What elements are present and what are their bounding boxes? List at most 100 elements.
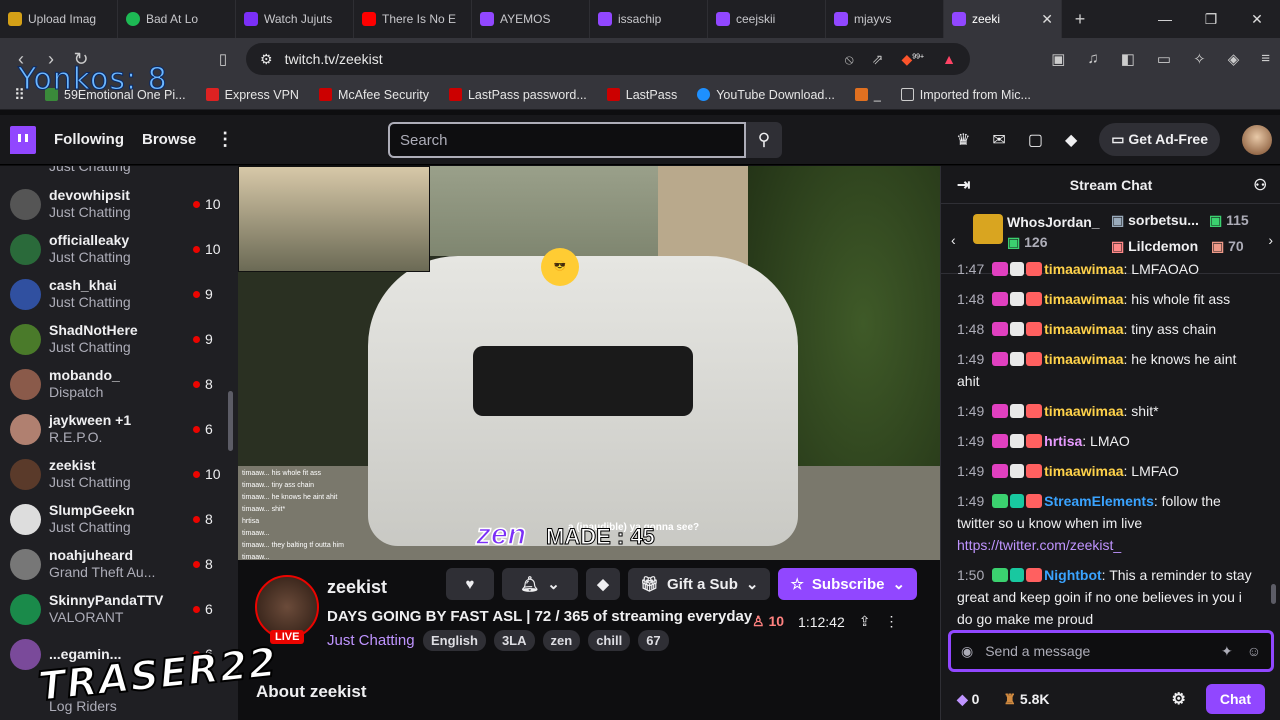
stream-tag[interactable]: zen xyxy=(542,630,581,651)
stream-tag[interactable]: chill xyxy=(588,630,631,651)
chat-input[interactable]: ◉ Send a message ✦ ☺ xyxy=(948,630,1274,672)
search-button[interactable]: ⚲ xyxy=(746,122,782,158)
browser-tab[interactable]: mjayvs xyxy=(826,0,944,38)
menu-icon[interactable]: ≡ xyxy=(1261,50,1270,68)
sidebar-channel[interactable]: ShadNotHere Just Chatting 9 xyxy=(10,317,225,361)
sidebar-channel[interactable]: noahjuheard Grand Theft Au... 8 xyxy=(10,542,225,586)
channel-points[interactable]: ♜ 5.8K xyxy=(1003,691,1049,708)
browser-tab-active[interactable]: zeeki ✕ xyxy=(944,0,1062,38)
community-icon[interactable]: ⚇ xyxy=(1254,176,1267,194)
stream-tag[interactable]: 67 xyxy=(638,630,669,651)
bits-balance[interactable]: ◆ 0 xyxy=(957,691,979,708)
browse-link[interactable]: Browse xyxy=(142,131,196,148)
user-avatar[interactable] xyxy=(1242,124,1272,155)
browser-tab[interactable]: ceejskii xyxy=(708,0,826,38)
chat-username[interactable]: timaawimaa xyxy=(1044,291,1123,307)
vpn-icon[interactable]: ◈ xyxy=(1228,50,1240,68)
effects-icon[interactable]: ✦ xyxy=(1221,643,1233,660)
sidebar-channel[interactable]: zeekist Just Chatting 10 xyxy=(10,452,225,496)
chat-username[interactable]: timaawimaa xyxy=(1044,351,1123,367)
wallet-icon[interactable]: ▭ xyxy=(1157,50,1171,68)
browser-tab[interactable]: Bad At Lo xyxy=(118,0,236,38)
notifications-button[interactable]: 🔔︎ ⌄ xyxy=(502,568,578,600)
stream-category-link[interactable]: Just Chatting xyxy=(327,632,415,649)
emote-icon[interactable]: ☺ xyxy=(1247,643,1261,659)
close-window-icon[interactable]: ✕ xyxy=(1234,11,1280,28)
minimize-icon[interactable]: — xyxy=(1142,11,1188,28)
rewards-icon[interactable]: ▲ xyxy=(942,51,956,68)
bookmark-folder[interactable]: Imported from Mic... xyxy=(900,88,1031,102)
gift-sub-button[interactable]: 🎁︎ Gift a Sub ⌄ xyxy=(628,568,771,600)
bookmark-item[interactable]: Express VPN xyxy=(205,88,299,102)
bookmark-item[interactable]: _ xyxy=(854,88,881,102)
get-ad-free-button[interactable]: ▭ Get Ad-Free xyxy=(1099,123,1220,156)
new-tab-button[interactable]: + xyxy=(1062,9,1098,30)
subscribe-button[interactable]: ☆ Subscribe ⌄ xyxy=(778,568,918,600)
leaderboard-user[interactable]: ▣ sorbetsu... xyxy=(1111,212,1199,229)
browser-tab[interactable]: Upload Imag xyxy=(0,0,118,38)
eye-icon[interactable]: ◉ xyxy=(961,643,973,660)
browser-tab[interactable]: issachip xyxy=(590,0,708,38)
search-input[interactable]: Search xyxy=(388,122,746,158)
browser-tab[interactable]: There Is No E xyxy=(354,0,472,38)
message-link[interactable]: https://twitter.com/zeekist_ xyxy=(957,537,1121,553)
sidebar-channel[interactable]: jaykween +1 R.E.P.O. 6 xyxy=(10,407,225,451)
collapse-chat-icon[interactable]: ⇥ xyxy=(957,175,970,195)
chat-username[interactable]: hrtisa xyxy=(1044,433,1082,449)
share-icon[interactable]: ⇪ xyxy=(859,613,871,630)
site-info-icon[interactable]: ⚙ xyxy=(260,51,273,68)
sidebar-channel[interactable]: devowhipsit Just Chatting 10 xyxy=(10,182,225,226)
maximize-icon[interactable]: ❐ xyxy=(1188,11,1234,28)
chat-settings-icon[interactable]: ⚙ xyxy=(1172,689,1186,709)
leo-icon[interactable]: ✧ xyxy=(1193,50,1206,68)
translate-icon[interactable]: ⦸ xyxy=(845,51,854,68)
chat-scrollbar[interactable] xyxy=(1271,584,1276,604)
streamer-name[interactable]: zeekist xyxy=(327,577,387,598)
bits-button[interactable]: ◆ xyxy=(586,568,620,600)
chat-username[interactable]: timaawimaa xyxy=(1044,403,1123,419)
url-bar[interactable]: ⚙ twitch.tv/zeekist ⦸ ⇗ ◆99+ ▲ xyxy=(246,43,970,75)
whispers-icon[interactable]: ▢ xyxy=(1028,130,1043,150)
sidebar-toggle-icon[interactable]: ◧ xyxy=(1121,50,1135,68)
stream-tag[interactable]: English xyxy=(423,630,486,651)
sidebar-channel[interactable]: SlumpGeekn Just Chatting 8 xyxy=(10,497,225,541)
sidebar-scrollbar[interactable] xyxy=(228,391,233,451)
chat-username[interactable]: StreamElements xyxy=(1044,493,1154,509)
chat-username[interactable]: Nightbot xyxy=(1044,567,1102,583)
bits-icon[interactable]: ◆ xyxy=(1065,130,1077,150)
sidebar-channel[interactable]: cash_khai Just Chatting 9 xyxy=(10,272,225,316)
leaderboard-user[interactable]: ▣ Lilcdemon xyxy=(1111,238,1198,255)
follow-button[interactable]: ♥ xyxy=(446,568,494,600)
reader-icon[interactable]: ▣ xyxy=(1051,50,1065,68)
following-link[interactable]: Following xyxy=(54,131,124,148)
sidebar-channel[interactable]: mobando_ Dispatch 8 xyxy=(10,362,225,406)
bookmark-item[interactable]: McAfee Security xyxy=(318,88,429,102)
chat-username[interactable]: timaawimaa xyxy=(1044,261,1123,277)
chat-username[interactable]: timaawimaa xyxy=(1044,321,1123,337)
chevron-left-icon[interactable]: ‹ xyxy=(951,232,956,248)
chat-username[interactable]: timaawimaa xyxy=(1044,463,1123,479)
browser-tab[interactable]: Watch Jujuts xyxy=(236,0,354,38)
bookmark-item[interactable]: LastPass password... xyxy=(448,88,587,102)
video-player[interactable]: 😎 timaaw... his whole fit ass timaaw... t… xyxy=(238,166,940,560)
sidebar-channel[interactable]: SkinnyPandaTTV VALORANT 6 xyxy=(10,587,225,631)
crown-icon[interactable]: ♛ xyxy=(956,130,970,150)
music-icon[interactable]: ♫ xyxy=(1087,50,1098,68)
inbox-icon[interactable]: ✉ xyxy=(992,130,1005,150)
viewer-count: 10 xyxy=(193,466,225,482)
bookmark-item[interactable]: LastPass xyxy=(606,88,677,102)
sidebar-channel[interactable]: officialleaky Just Chatting 10 xyxy=(10,227,225,271)
twitch-logo-icon[interactable] xyxy=(10,125,36,154)
chevron-right-icon[interactable]: › xyxy=(1268,232,1273,248)
bookmark-item[interactable]: YouTube Download... xyxy=(697,88,835,102)
close-tab-icon[interactable]: ✕ xyxy=(1041,11,1053,28)
stream-tag[interactable]: 3LA xyxy=(493,630,535,651)
bookmark-icon[interactable]: ▯ xyxy=(208,50,238,68)
more-options-icon[interactable]: ⋮ xyxy=(216,129,234,150)
share-icon[interactable]: ⇗ xyxy=(872,51,884,68)
browser-tab[interactable]: AYEMOS xyxy=(472,0,590,38)
more-options-icon[interactable]: ⋮ xyxy=(884,613,898,630)
chat-send-button[interactable]: Chat xyxy=(1205,684,1265,714)
leaderboard-user[interactable]: WhosJordan_ xyxy=(1007,214,1100,230)
brave-shield-icon[interactable]: ◆99+ xyxy=(901,51,924,68)
